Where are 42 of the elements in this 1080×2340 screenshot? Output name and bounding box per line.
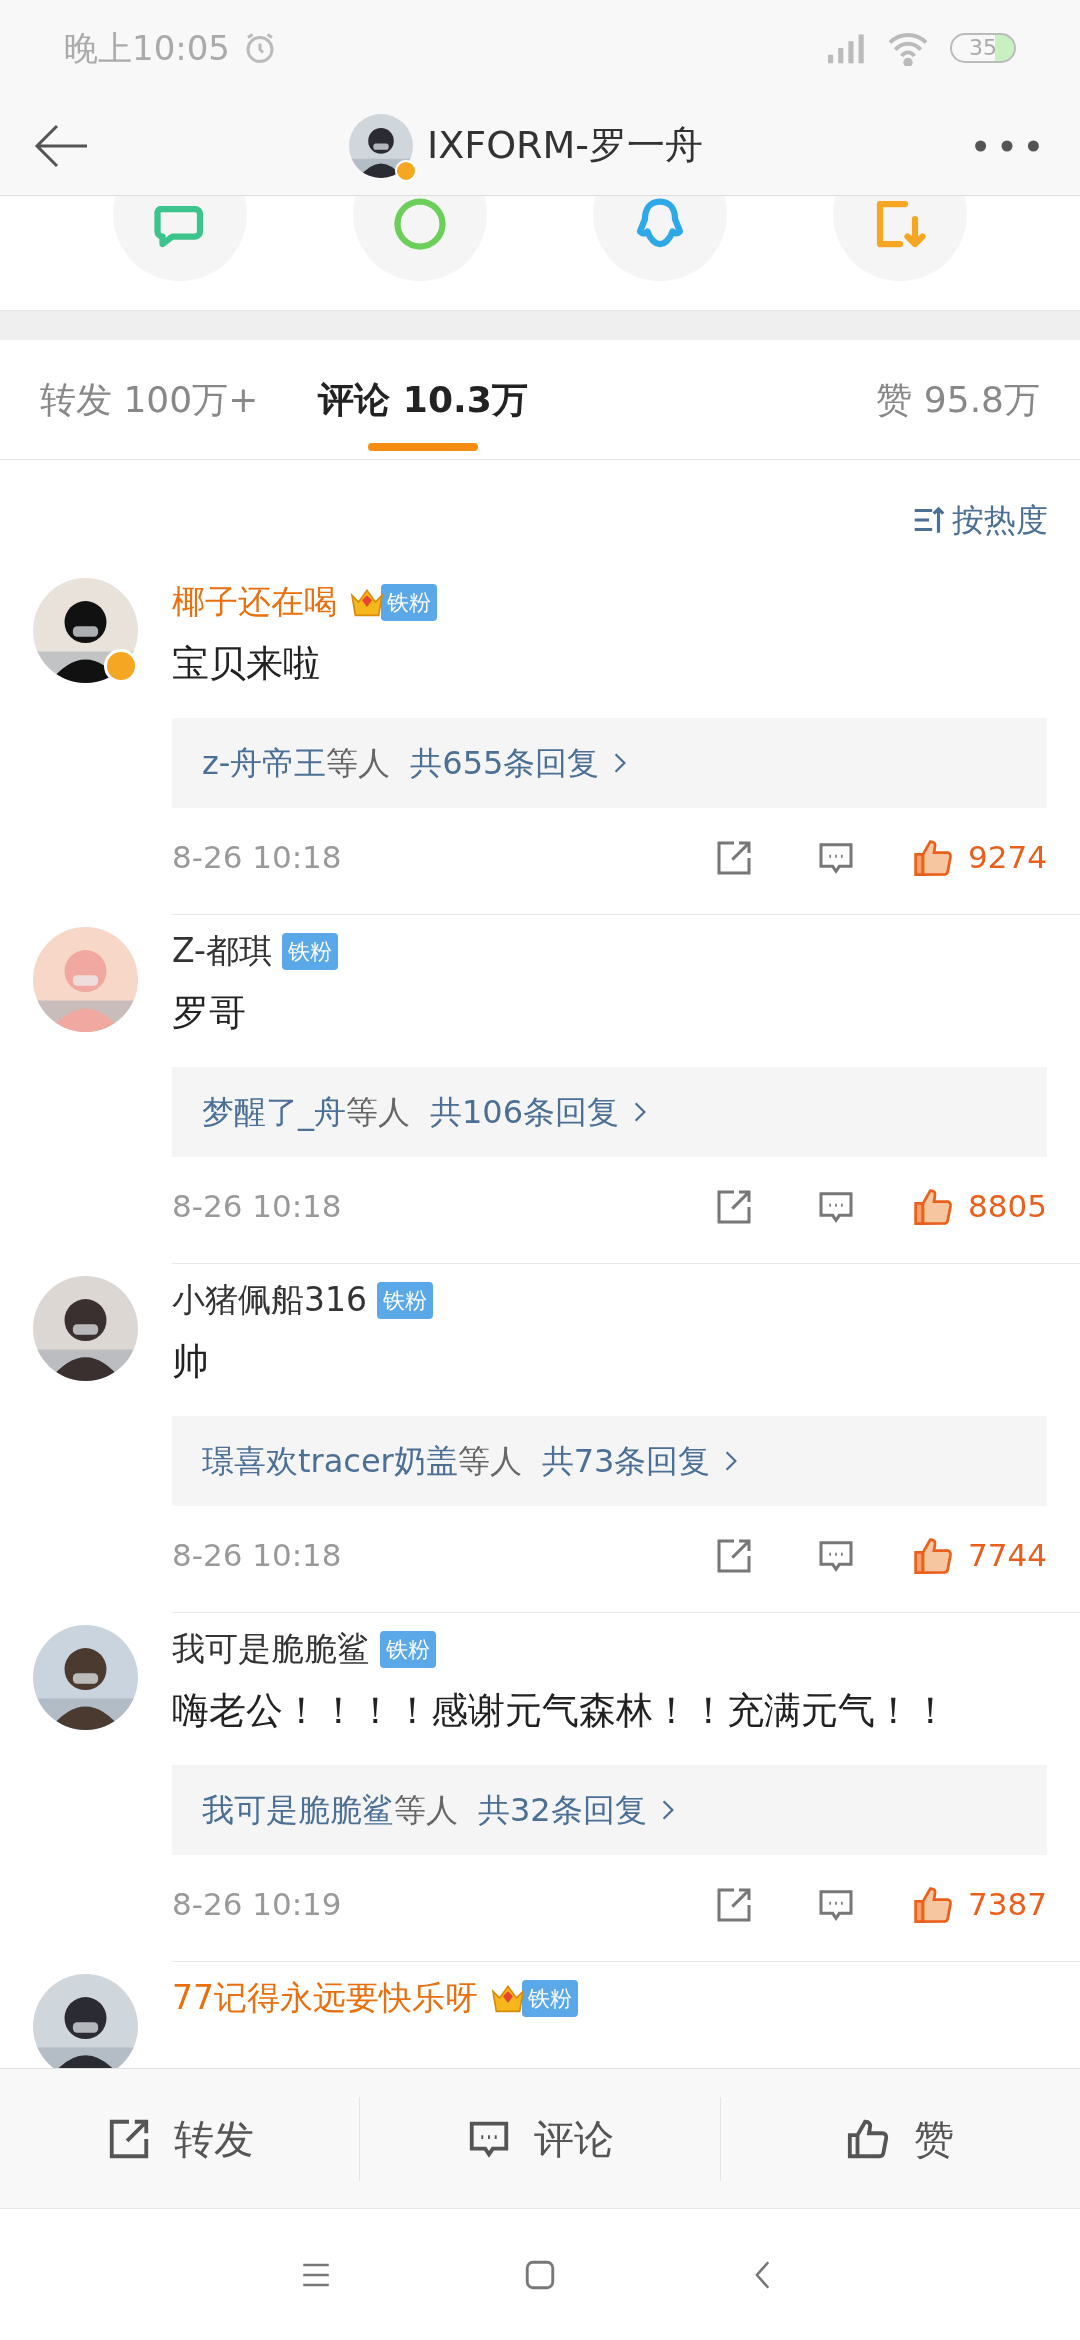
like-button[interactable]: 7744 <box>912 1532 1047 1579</box>
like-button[interactable]: 8805 <box>912 1183 1047 1230</box>
replies-box[interactable]: 璟喜欢tracer奶盖等人 共73条回复 <box>172 1415 1047 1506</box>
action-button[interactable]: 评论 <box>359 2096 720 2181</box>
comment-text: 帅 <box>172 1339 210 1385</box>
comment-time: 8-26 10:18 <box>172 838 342 878</box>
replies-box[interactable]: z-舟帝王等人 共655条回复 <box>172 717 1047 808</box>
sort-button[interactable]: 按热度 <box>910 496 1048 544</box>
like-button[interactable]: 7387 <box>912 1881 1047 1928</box>
username[interactable]: Z-都琪 <box>172 926 272 976</box>
more-icon[interactable] <box>974 138 1040 153</box>
comment-text: 罗哥 <box>172 990 247 1036</box>
wifi-icon <box>886 30 930 66</box>
comment-time: 8-26 10:19 <box>172 1885 342 1925</box>
tab[interactable]: 评论 10.3万 <box>318 340 528 459</box>
tab[interactable]: 转发 100万+ <box>40 340 259 459</box>
replies-box[interactable]: 梦醒了_舟等人 共106条回复 <box>172 1066 1047 1157</box>
fan-badge: 铁粉 <box>281 932 338 970</box>
fan-badge: 铁粉 <box>380 1630 436 1668</box>
fan-badge: 铁粉 <box>522 1979 578 2017</box>
fan-badge: 铁粉 <box>377 1281 433 1319</box>
battery-indicator: 35 <box>950 33 1016 63</box>
username[interactable]: 小猪佩船316 <box>172 1275 367 1325</box>
comment-time: 8-26 10:18 <box>172 1187 342 1227</box>
comment-text: 嗨老公！！！！感谢元气森林！！充满元气！！ <box>172 1688 950 1734</box>
username[interactable]: 77记得永远要快乐呀 <box>172 1973 478 2023</box>
chevron-right-icon <box>633 1100 648 1123</box>
fan-badge: 铁粉 <box>381 583 437 621</box>
status-time: 晚上10:05 <box>64 26 230 70</box>
comment-text: 宝贝来啦 <box>172 641 321 687</box>
page-title: IXFORM-罗一舟 <box>427 122 703 169</box>
tab[interactable]: 赞 95.8万 <box>876 340 1040 459</box>
username[interactable]: 我可是脆脆鲨 <box>172 1624 370 1674</box>
comment-time: 8-26 10:18 <box>172 1536 342 1576</box>
action-button[interactable]: 转发 <box>0 2096 360 2181</box>
chevron-right-icon <box>613 751 628 774</box>
like-button[interactable]: 9274 <box>912 834 1047 881</box>
username[interactable]: 椰子还在喝 <box>172 577 337 627</box>
chevron-right-icon <box>724 1449 739 1472</box>
replies-box[interactable]: 我可是脆脆鲨等人 共32条回复 <box>172 1764 1047 1855</box>
chevron-right-icon <box>660 1798 675 1821</box>
action-button[interactable]: 赞 <box>719 2096 1080 2181</box>
